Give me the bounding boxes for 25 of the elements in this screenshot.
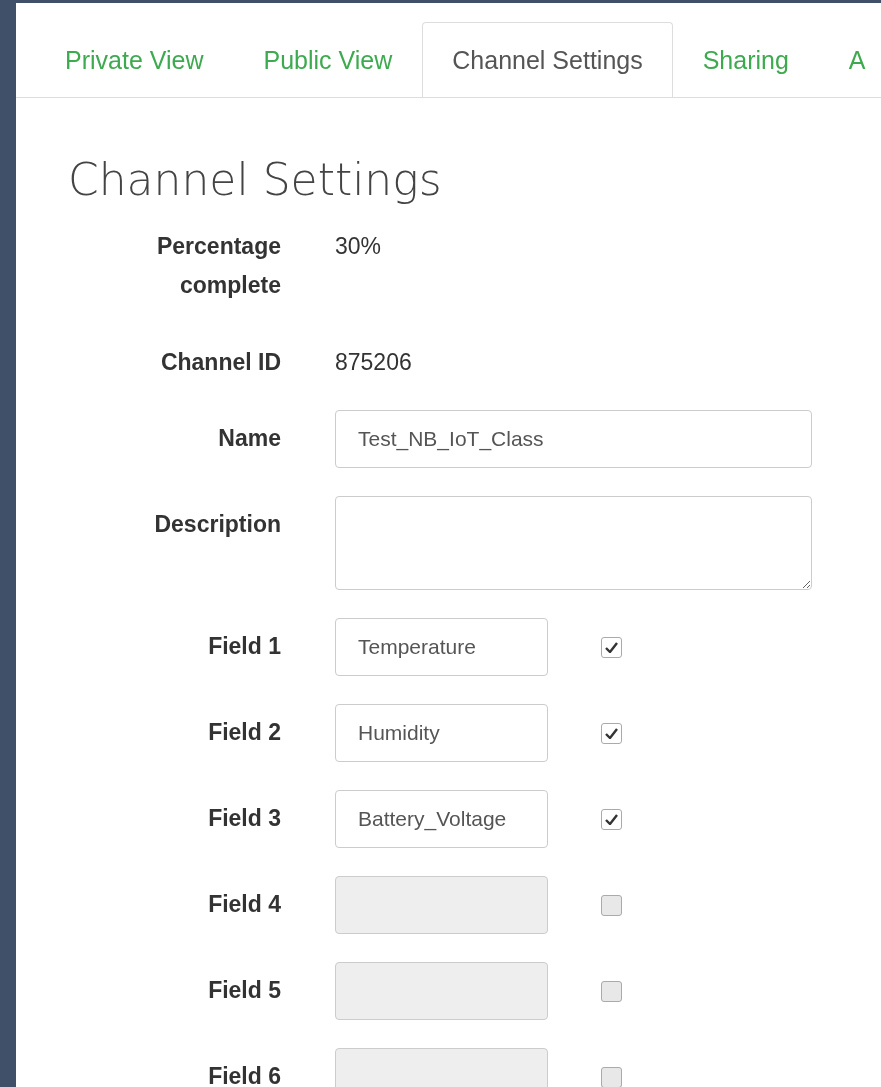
check-icon xyxy=(605,813,618,825)
field-input[interactable]: Humidity xyxy=(335,704,548,762)
field-label: Field 5 xyxy=(208,976,281,1005)
checkbox[interactable] xyxy=(601,722,622,744)
field-label: Field 1 xyxy=(208,632,281,661)
field-input[interactable]: Temperature xyxy=(335,618,548,676)
checkbox[interactable] xyxy=(601,808,622,830)
field-value: 875206 xyxy=(335,348,412,377)
field-label: Field 4 xyxy=(208,890,281,919)
field-label: Name xyxy=(218,424,281,453)
name-input[interactable]: Test_NB_IoT_Class xyxy=(335,410,812,468)
field-label: Field 2 xyxy=(208,718,281,747)
field-label: Channel ID xyxy=(160,348,281,377)
tab[interactable]: Channel Settings xyxy=(422,22,673,97)
field-input[interactable]: Battery_Voltage xyxy=(335,790,548,848)
field-value: 30% xyxy=(335,232,382,261)
field-label: Percentage complete xyxy=(156,232,281,300)
page-heading: Channel Settings xyxy=(68,154,443,205)
field-label: Field 6 xyxy=(208,1062,281,1087)
description-input[interactable] xyxy=(335,496,812,590)
check-icon xyxy=(605,641,618,653)
field-label: Description xyxy=(154,510,281,539)
field-label: Field 3 xyxy=(208,804,281,833)
checkbox[interactable] xyxy=(601,636,622,658)
check-icon xyxy=(605,727,618,739)
